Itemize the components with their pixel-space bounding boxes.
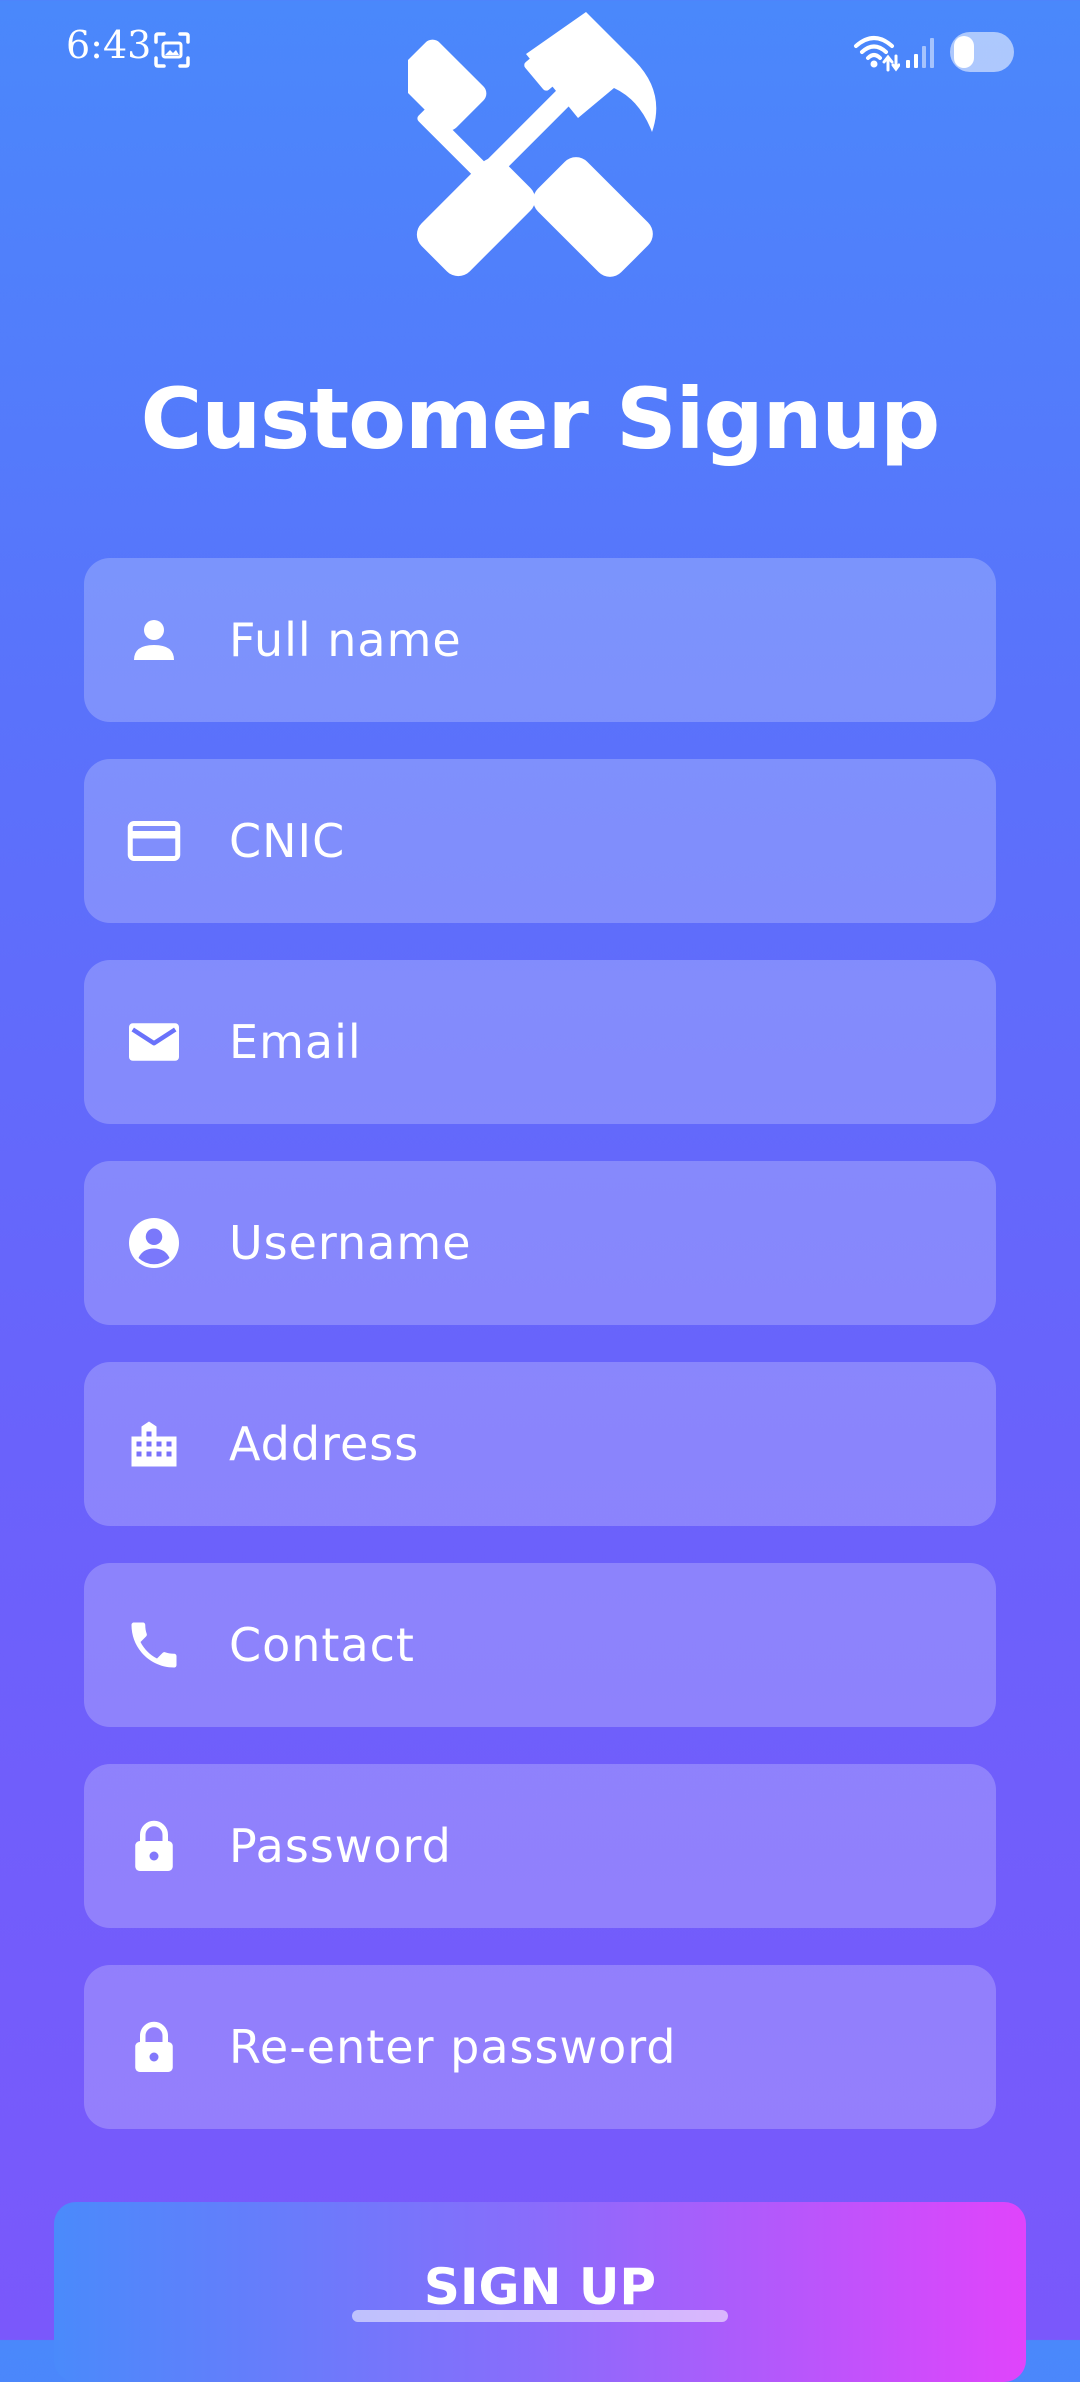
full-name-field[interactable]: Full name	[84, 558, 996, 722]
person-icon	[124, 610, 184, 670]
reenter-password-field[interactable]: Re-enter password	[84, 1965, 996, 2129]
signup-button[interactable]: SIGN UP	[54, 2202, 1026, 2382]
email-field[interactable]: Email	[84, 960, 996, 1124]
signup-button-label: SIGN UP	[423, 2258, 657, 2316]
page-title: Customer Signup	[140, 370, 941, 468]
lock-icon	[124, 1816, 184, 1876]
contact-placeholder: Contact	[229, 1618, 415, 1672]
battery-icon	[950, 32, 1014, 72]
reenter-password-placeholder: Re-enter password	[229, 2020, 677, 2074]
contact-field[interactable]: Contact	[84, 1563, 996, 1727]
phone-icon	[124, 1615, 184, 1675]
email-placeholder: Email	[229, 1015, 362, 1069]
cnic-field[interactable]: CNIC	[84, 759, 996, 923]
lock-icon	[124, 2017, 184, 2077]
password-placeholder: Password	[229, 1819, 452, 1873]
signal-icon	[904, 34, 938, 70]
credit-card-icon	[124, 811, 184, 871]
account-circle-icon	[124, 1213, 184, 1273]
full-name-placeholder: Full name	[229, 613, 462, 667]
battery-level	[954, 36, 974, 68]
status-time: 6:43	[66, 23, 152, 67]
signup-form: Full name CNIC Email Username Address Co…	[84, 558, 996, 2166]
username-field[interactable]: Username	[84, 1161, 996, 1325]
password-field[interactable]: Password	[84, 1764, 996, 1928]
cnic-placeholder: CNIC	[229, 814, 346, 868]
app-logo-hammer-wrench-icon	[395, 8, 668, 278]
building-icon	[124, 1414, 184, 1474]
address-field[interactable]: Address	[84, 1362, 996, 1526]
address-placeholder: Address	[229, 1417, 420, 1471]
gesture-navigation-bar[interactable]	[352, 2310, 728, 2322]
screenshot-icon	[152, 30, 192, 70]
mail-icon	[124, 1012, 184, 1072]
wifi-icon	[852, 32, 901, 72]
username-placeholder: Username	[229, 1216, 472, 1270]
